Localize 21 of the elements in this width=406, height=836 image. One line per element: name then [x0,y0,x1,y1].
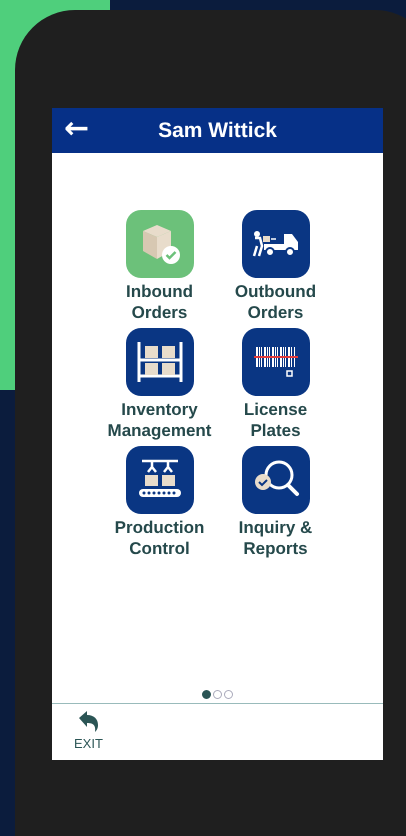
menu-tile-button[interactable] [126,328,194,396]
barcode-icon [254,345,298,379]
menu-tile-label: Outbound Orders [234,281,316,323]
menu-tile-button[interactable] [242,210,310,278]
menu-tile-label: Inquiry & Reports [238,517,312,559]
menu-tile-label: Inventory Management [108,399,212,441]
undo-arrow-icon [77,710,100,732]
screen-title: Sam Wittick [158,118,277,142]
menu-tile-button[interactable] [126,210,194,278]
page-dot[interactable] [202,690,211,699]
menu-tile-button[interactable] [242,446,310,514]
page-dot[interactable] [224,690,233,699]
menu-tile-label: Inbound Orders [126,281,194,323]
menu-tile-label: Production Control [114,517,204,559]
shelf-boxes-icon [134,340,184,384]
menu-tile-button[interactable] [126,446,194,514]
page-dot[interactable] [213,690,222,699]
menu-tile-button[interactable] [242,328,310,396]
menu-tile-label: License Plates [244,399,308,441]
back-button[interactable]: ← [60,114,94,144]
exit-button[interactable]: EXIT [74,710,103,751]
